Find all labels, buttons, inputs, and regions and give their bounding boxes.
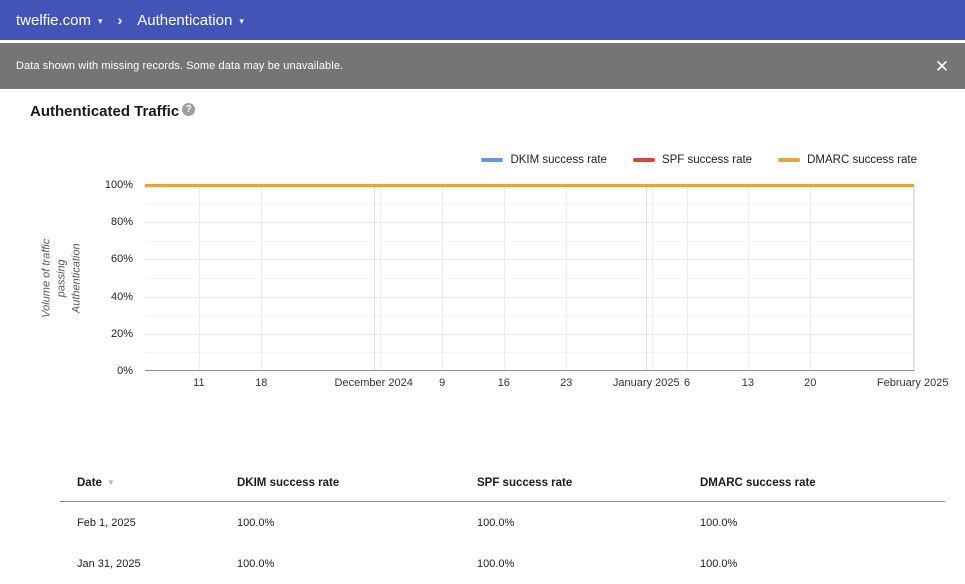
cell-dmarc: 100.0% <box>700 558 945 570</box>
table-body: Feb 1, 2025100.0%100.0%100.0%Jan 31, 202… <box>60 502 945 584</box>
breadcrumb-chevron-icon: › <box>118 12 123 28</box>
x-tick-label: 9 <box>439 377 445 389</box>
y-tick-label: 0% <box>117 365 133 377</box>
y-axis-labels: 0%20%40%60%80%100% <box>0 185 133 371</box>
legend-item: DMARC success rate <box>778 154 917 166</box>
help-icon[interactable]: ? <box>182 103 195 116</box>
y-tick-label: 20% <box>111 328 133 340</box>
x-axis-labels: 1118December 202491623January 202561320F… <box>145 377 915 393</box>
gridline <box>380 185 381 370</box>
chart-legend: DKIM success rate SPF success rate DMARC s… <box>481 154 917 166</box>
y-tick-label: 40% <box>111 291 133 303</box>
x-tick-label: 16 <box>498 377 510 389</box>
y-tick-label: 100% <box>105 179 133 191</box>
x-tick-label: 23 <box>560 377 572 389</box>
legend-label: DMARC success rate <box>807 154 917 166</box>
gridline <box>652 185 653 370</box>
cell-dkim: 100.0% <box>237 517 477 529</box>
x-tick-label: December 2024 <box>335 377 413 389</box>
gridline <box>646 185 647 370</box>
x-tick-label: 20 <box>804 377 816 389</box>
series-line-dmarc <box>145 184 914 187</box>
cell-spf: 100.0% <box>477 517 700 529</box>
gridline <box>913 185 914 370</box>
section-selector[interactable]: Authentication ▾ <box>137 12 244 29</box>
x-tick-label: January 2025 <box>613 377 680 389</box>
cell-dkim: 100.0% <box>237 558 477 570</box>
table-row: Feb 1, 2025100.0%100.0%100.0% <box>60 502 945 543</box>
chevron-down-icon: ▾ <box>239 16 244 27</box>
legend-item: DKIM success rate <box>481 154 607 166</box>
cell-spf: 100.0% <box>477 558 700 570</box>
plot-area[interactable] <box>145 185 915 371</box>
gridline <box>687 185 688 370</box>
gridline <box>199 185 200 370</box>
gridline <box>748 185 749 370</box>
legend-swatch-icon <box>778 158 800 162</box>
x-tick-label: 11 <box>193 377 204 389</box>
column-header-dkim[interactable]: DKIM success rate <box>237 477 477 489</box>
app-header: twelfie.com ▾ › Authentication ▾ <box>0 0 965 40</box>
y-tick-label: 80% <box>111 216 133 228</box>
domain-selector[interactable]: twelfie.com ▾ <box>16 12 103 29</box>
x-tick-label: 13 <box>742 377 754 389</box>
column-header-date[interactable]: Date ▼ <box>77 477 237 489</box>
gridline <box>374 185 375 370</box>
legend-item: SPF success rate <box>633 154 752 166</box>
domain-label: twelfie.com <box>16 12 91 29</box>
gridline <box>566 185 567 370</box>
authenticated-traffic-chart: DKIM success rate SPF success rate DMARC s… <box>0 140 965 410</box>
legend-label: SPF success rate <box>662 154 752 166</box>
column-header-label: SPF success rate <box>477 477 572 489</box>
sort-descending-icon: ▼ <box>107 478 115 487</box>
gridline <box>442 185 443 370</box>
section-label: Authentication <box>137 12 232 29</box>
legend-swatch-icon <box>633 158 655 162</box>
column-header-spf[interactable]: SPF success rate <box>477 477 700 489</box>
x-tick-label: 6 <box>684 377 690 389</box>
chevron-down-icon: ▾ <box>98 16 103 27</box>
warning-message: Data shown with missing records. Some da… <box>16 60 343 72</box>
gridline <box>261 185 262 370</box>
gridline <box>810 185 811 370</box>
warning-banner: Data shown with missing records. Some da… <box>0 43 965 89</box>
page-title-row: Authenticated Traffic ? <box>30 103 195 120</box>
y-tick-label: 60% <box>111 253 133 265</box>
x-tick-label: February 2025 <box>877 377 949 389</box>
column-header-label: Date <box>77 477 102 489</box>
table-header-row: Date ▼ DKIM success rate SPF success rat… <box>60 464 945 502</box>
cell-date: Feb 1, 2025 <box>77 517 237 529</box>
cell-dmarc: 100.0% <box>700 517 945 529</box>
page-title: Authenticated Traffic <box>30 103 179 120</box>
gridline <box>504 185 505 370</box>
close-icon[interactable]: ✕ <box>929 53 955 79</box>
auth-rates-table: Date ▼ DKIM success rate SPF success rat… <box>60 464 945 584</box>
legend-swatch-icon <box>481 158 503 162</box>
x-tick-label: 18 <box>255 377 267 389</box>
cell-date: Jan 31, 2025 <box>77 558 237 570</box>
column-header-label: DKIM success rate <box>237 477 339 489</box>
legend-label: DKIM success rate <box>510 154 607 166</box>
column-header-label: DMARC success rate <box>700 477 816 489</box>
column-header-dmarc[interactable]: DMARC success rate <box>700 477 945 489</box>
